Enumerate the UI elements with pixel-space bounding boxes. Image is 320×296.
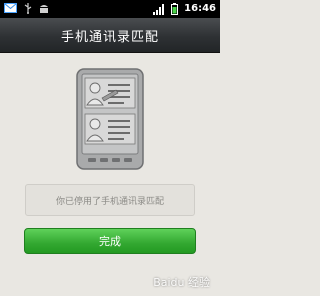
status-bar-left: [4, 3, 49, 14]
notice-text: 你已停用了手机通讯录匹配: [55, 196, 164, 207]
page-title: 手机通讯录匹配: [60, 29, 159, 45]
phone-contacts-icon: [76, 68, 144, 170]
done-button-label: 完成: [99, 235, 121, 248]
battery-icon: [171, 3, 179, 15]
header: 手机通讯录匹配: [0, 18, 220, 53]
baidu-watermark: Baidu 经验: [153, 276, 210, 289]
notice-box: 你已停用了手机通讯录匹配: [25, 184, 195, 216]
done-button[interactable]: 完成: [24, 228, 196, 254]
status-bar: 16:46: [0, 0, 220, 18]
status-bar-right: 16:46: [153, 2, 216, 16]
usb-icon: [24, 3, 32, 14]
status-time: 16:46: [184, 3, 216, 14]
mail-icon: [4, 3, 17, 13]
android-debug-icon: [40, 5, 48, 13]
signal-icon: [153, 3, 165, 15]
